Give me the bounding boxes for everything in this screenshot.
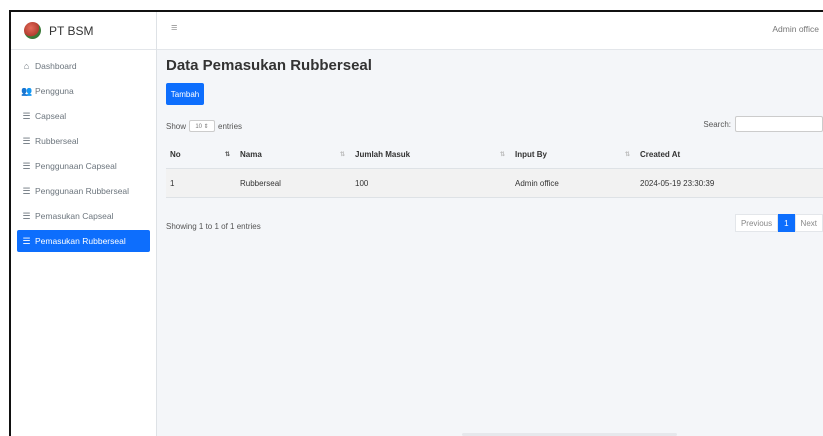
column-header-label: Created At xyxy=(640,149,681,159)
table-cell-created-at: 2024-05-19 23:30:39 xyxy=(640,178,715,188)
sidebar-item-label: Capseal xyxy=(35,111,67,121)
column-header-input-by[interactable]: Input By ⇅ xyxy=(511,140,636,168)
table-cell-nama: Rubberseal xyxy=(240,178,281,188)
entries-select[interactable]: 10 ⇕ xyxy=(189,120,216,132)
column-header-jumlah-masuk[interactable]: Jumlah Masuk ⇅ xyxy=(351,140,511,168)
sidebar-item-label: Dashboard xyxy=(35,61,77,71)
table-cell-jumlah-masuk: 100 xyxy=(355,178,369,188)
app-frame: PT BSM ⌂ Dashboard 👥 Pengguna ☰ Capseal … xyxy=(9,10,823,436)
column-header-nama[interactable]: Nama ⇅ xyxy=(236,140,351,168)
sidebar-item-rubberseal[interactable]: ☰ Rubberseal xyxy=(17,130,150,152)
topbar: ≡ Admin office xyxy=(157,12,823,50)
sidebar-item-label: Pemasukan Capseal xyxy=(35,211,114,221)
pagination-previous[interactable]: Previous xyxy=(734,214,779,232)
menu-toggle-icon[interactable]: ≡ xyxy=(171,22,177,34)
sidebar-item-penggunaan-rubberseal[interactable]: ☰ Penggunaan Rubberseal xyxy=(17,180,150,202)
list-icon: ☰ xyxy=(22,110,31,121)
search-input[interactable] xyxy=(735,116,823,132)
users-icon: 👥 xyxy=(21,85,33,96)
add-button[interactable]: Tambah xyxy=(166,83,204,105)
table-cell-input-by: Admin office xyxy=(515,178,559,188)
table-header-row: No ⇅ Nama ⇅ Jumlah Masuk ⇅ Input By ⇅ Cr… xyxy=(166,140,823,169)
column-header-label: Input By xyxy=(515,149,547,159)
pagination: Previous 1 Next xyxy=(734,214,823,232)
sidebar-nav: ⌂ Dashboard 👥 Pengguna ☰ Capseal ☰ Rubbe… xyxy=(11,50,156,252)
page-title: Data Pemasukan Rubberseal xyxy=(166,57,372,74)
table-row[interactable]: 1 Rubberseal 100 Admin office 2024-05-19… xyxy=(166,169,823,198)
sort-icon: ⇅ xyxy=(624,151,630,158)
sort-icon: ⇅ xyxy=(499,151,505,158)
sidebar: PT BSM ⌂ Dashboard 👥 Pengguna ☰ Capseal … xyxy=(11,12,157,436)
home-icon: ⌂ xyxy=(23,61,30,71)
sidebar-item-pengguna[interactable]: 👥 Pengguna xyxy=(17,80,150,102)
sidebar-item-label: Penggunaan Capseal xyxy=(35,161,117,171)
sidebar-item-pemasukan-capseal[interactable]: ☰ Pemasukan Capseal xyxy=(17,205,150,227)
sidebar-item-label: Pengguna xyxy=(35,86,74,96)
pagination-page[interactable]: 1 xyxy=(778,214,795,232)
list-icon: ☰ xyxy=(22,185,31,196)
sidebar-item-label: Pemasukan Rubberseal xyxy=(35,236,126,246)
column-header-no[interactable]: No ⇅ xyxy=(166,140,236,168)
user-menu[interactable]: Admin office xyxy=(772,24,819,34)
column-header-label: Jumlah Masuk xyxy=(355,149,411,159)
pagination-next[interactable]: Next xyxy=(794,214,823,232)
search-control: Search: xyxy=(703,116,823,132)
entries-length-control: Show 10 ⇕ entries xyxy=(166,120,242,132)
list-icon: ☰ xyxy=(22,135,31,146)
brand-name: PT BSM xyxy=(49,23,94,38)
table-info: Showing 1 to 1 of 1 entries xyxy=(166,222,261,231)
sort-icon: ⇅ xyxy=(339,151,345,158)
sidebar-item-label: Rubberseal xyxy=(35,136,79,146)
table-cell-no: 1 xyxy=(170,178,175,188)
sidebar-item-pemasukan-rubberseal[interactable]: ☰ Pemasukan Rubberseal xyxy=(17,230,150,252)
sidebar-item-dashboard[interactable]: ⌂ Dashboard xyxy=(17,55,150,77)
entries-label: entries xyxy=(218,121,243,131)
sidebar-item-penggunaan-capseal[interactable]: ☰ Penggunaan Capseal xyxy=(17,155,150,177)
column-header-label: Nama xyxy=(240,149,262,159)
main-content: Data Pemasukan Rubberseal Tambah Show 10… xyxy=(157,50,823,436)
data-table: No ⇅ Nama ⇅ Jumlah Masuk ⇅ Input By ⇅ Cr… xyxy=(166,140,823,198)
brand-logo-icon xyxy=(24,22,41,39)
column-header-label: No xyxy=(170,149,181,159)
list-icon: ☰ xyxy=(22,160,31,171)
sidebar-item-capseal[interactable]: ☰ Capseal xyxy=(17,105,150,127)
show-label: Show xyxy=(166,121,187,131)
column-header-created-at[interactable]: Created At ⇅ xyxy=(636,140,823,168)
search-label: Search: xyxy=(703,119,731,129)
brand[interactable]: PT BSM xyxy=(11,12,156,50)
sort-icon: ⇅ xyxy=(224,151,230,158)
list-icon: ☰ xyxy=(22,210,31,221)
sidebar-item-label: Penggunaan Rubberseal xyxy=(35,186,130,196)
list-icon: ☰ xyxy=(22,235,31,246)
